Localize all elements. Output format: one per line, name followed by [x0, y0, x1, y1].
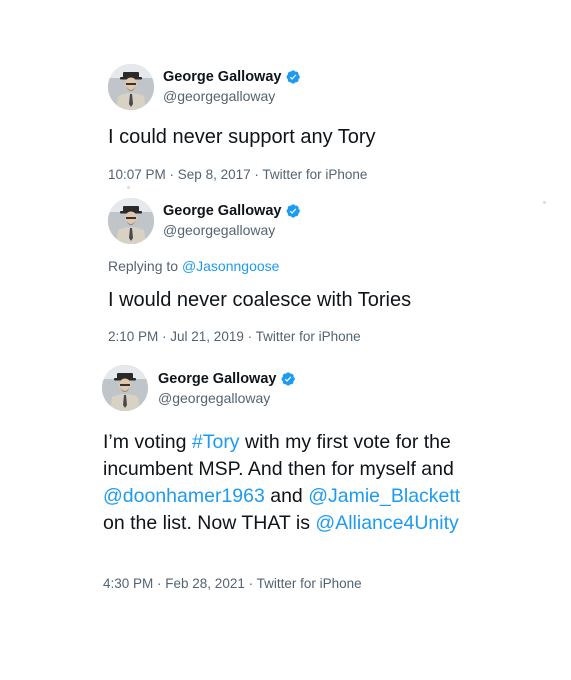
- meta-separator: ·: [250, 167, 263, 182]
- tweet-meta: 2:10 PM · Jul 21, 2019 · Twitter for iPh…: [108, 329, 361, 344]
- tweet-meta: 10:07 PM · Sep 8, 2017 · Twitter for iPh…: [108, 167, 367, 182]
- tweet-date[interactable]: Sep 8, 2017: [178, 167, 251, 182]
- verified-badge-icon: [285, 203, 301, 219]
- author-avatar[interactable]: [108, 64, 154, 110]
- mention-link[interactable]: @doonhamer1963: [103, 485, 265, 507]
- tweet-source[interactable]: Twitter for iPhone: [256, 329, 361, 344]
- replying-to: Replying to @Jasonngoose: [108, 258, 279, 274]
- meta-separator: ·: [243, 329, 256, 344]
- text-segment: I’m voting: [103, 431, 192, 453]
- author-avatar[interactable]: [102, 365, 148, 411]
- author-name-row[interactable]: George Galloway: [158, 371, 296, 387]
- tweet-source[interactable]: Twitter for iPhone: [262, 167, 367, 182]
- meta-separator: ·: [153, 576, 166, 591]
- meta-separator: ·: [244, 576, 257, 591]
- author-name[interactable]: George Galloway: [158, 371, 276, 387]
- decorative-dot: [127, 186, 130, 189]
- author-handle[interactable]: @georgegalloway: [163, 88, 275, 104]
- tweet-3: George Galloway @georgegalloway I’m voti…: [0, 355, 571, 615]
- mention-link[interactable]: @Jamie_Blackett: [308, 485, 460, 507]
- author-name[interactable]: George Galloway: [163, 203, 281, 219]
- author-handle[interactable]: @georgegalloway: [163, 222, 275, 238]
- tweet-text: I would never coalesce with Tories: [108, 289, 412, 311]
- author-handle[interactable]: @georgegalloway: [158, 390, 270, 406]
- replying-prefix: Replying to: [108, 258, 182, 274]
- tweet-date[interactable]: Feb 28, 2021: [165, 576, 245, 591]
- author-name-row[interactable]: George Galloway: [163, 69, 301, 85]
- text-segment: on the list. Now THAT is: [103, 512, 316, 534]
- tweet-text: I could never support any Tory: [108, 126, 376, 148]
- hashtag-link[interactable]: #Tory: [192, 431, 240, 453]
- meta-separator: ·: [165, 167, 178, 182]
- tweet-source[interactable]: Twitter for iPhone: [257, 576, 362, 591]
- tweet-meta: 4:30 PM · Feb 28, 2021 · Twitter for iPh…: [103, 576, 362, 591]
- replying-to-mention[interactable]: @Jasonngoose: [182, 258, 280, 274]
- tweet-time[interactable]: 2:10 PM: [108, 329, 158, 344]
- mention-link[interactable]: @Alliance4Unity: [315, 512, 458, 534]
- text-segment: and: [264, 485, 309, 507]
- verified-badge-icon: [280, 371, 296, 387]
- author-avatar[interactable]: [108, 198, 154, 244]
- tweet-time[interactable]: 10:07 PM: [108, 167, 166, 182]
- tweet-time[interactable]: 4:30 PM: [103, 576, 153, 591]
- tweet-1: George Galloway @georgegalloway I could …: [0, 0, 571, 190]
- tweet-2: George Galloway @georgegalloway Replying…: [0, 190, 571, 350]
- meta-separator: ·: [158, 329, 171, 344]
- author-name[interactable]: George Galloway: [163, 69, 281, 85]
- verified-badge-icon: [285, 69, 301, 85]
- author-name-row[interactable]: George Galloway: [163, 203, 301, 219]
- tweet-text: I’m voting #Tory with my first vote for …: [103, 429, 463, 537]
- tweet-date[interactable]: Jul 21, 2019: [170, 329, 244, 344]
